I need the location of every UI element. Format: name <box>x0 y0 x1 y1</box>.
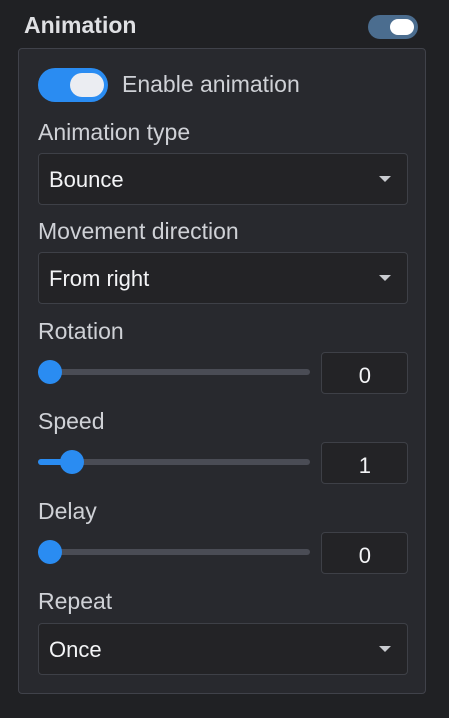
rotation-value: 0 <box>358 363 371 388</box>
movement-direction-label: Movement direction <box>38 218 239 244</box>
caret-down-icon <box>379 176 391 182</box>
delay-label: Delay <box>38 498 97 524</box>
repeat-label: Repeat <box>38 588 113 614</box>
caret-down-icon <box>379 275 391 281</box>
delay-slider-thumb[interactable] <box>38 540 62 564</box>
enable-animation-row: Enable animation <box>38 68 408 102</box>
section-toggle-knob <box>390 19 414 35</box>
repeat-value: Once <box>49 637 102 662</box>
speed-input[interactable]: 1 <box>321 442 408 484</box>
speed-row: 1 <box>38 442 408 484</box>
section-header: Animation <box>24 8 424 44</box>
repeat-select[interactable]: Once <box>38 623 408 675</box>
delay-value: 0 <box>358 543 371 568</box>
speed-label: Speed <box>38 408 105 434</box>
delay-input[interactable]: 0 <box>321 532 408 574</box>
section-title: Animation <box>24 12 137 38</box>
rotation-slider-track[interactable] <box>38 369 310 375</box>
enable-animation-toggle-knob <box>70 73 104 97</box>
rotation-row: 0 <box>38 352 408 394</box>
animation-type-label: Animation type <box>38 119 191 145</box>
animation-type-select[interactable]: Bounce <box>38 153 408 205</box>
speed-value: 1 <box>358 453 371 478</box>
speed-slider-thumb[interactable] <box>60 450 85 474</box>
enable-animation-label: Enable animation <box>122 71 300 97</box>
rotation-label: Rotation <box>38 318 124 344</box>
rotation-input[interactable]: 0 <box>321 352 408 394</box>
animation-settings: Animation Enable animation Animation typ… <box>0 0 449 718</box>
animation-type-value: Bounce <box>49 167 124 192</box>
rotation-slider-thumb[interactable] <box>38 360 62 384</box>
enable-animation-toggle[interactable] <box>38 68 108 102</box>
caret-down-icon <box>379 646 391 652</box>
movement-direction-select[interactable]: From right <box>38 252 408 304</box>
delay-slider-track[interactable] <box>38 549 310 555</box>
delay-row: 0 <box>38 532 408 574</box>
movement-direction-value: From right <box>49 266 150 291</box>
section-toggle[interactable] <box>368 15 418 39</box>
animation-panel: Enable animation Animation type Bounce M… <box>18 48 426 694</box>
